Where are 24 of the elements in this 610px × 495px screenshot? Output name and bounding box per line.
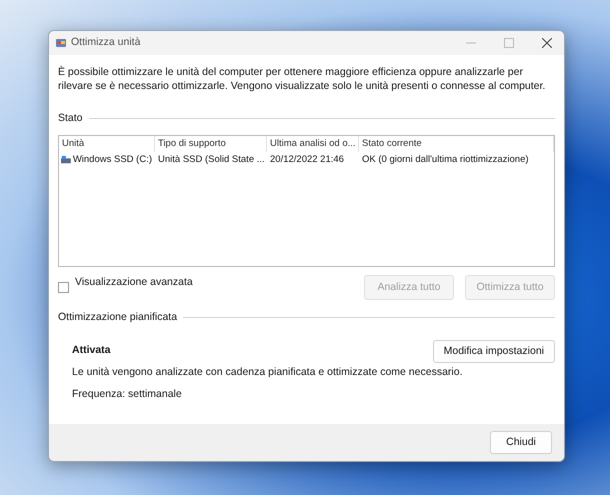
table-cell-text: OK (0 giorni dall'ultima riottimizzazione) [361, 153, 530, 167]
description-text: È possibile ottimizzare le unità del computer per ottenere maggiore efficienza oppure analizzarle per rilevare se è necessario ottimizzarle. Vengono visualizzate solo le unità presenti o connesse al computer. [58, 65, 546, 93]
column-header[interactable]: Tipo di supporto [155, 136, 267, 152]
drive-row[interactable]: Windows SSD (C:) Unità SSD (Solid State ... 20/12/2022 21:46 OK (0 giorni dall'ultima riottimizzazione) [59, 152, 554, 168]
close-dialog-button[interactable]: Chiudi [490, 431, 552, 454]
column-header[interactable]: Unità [59, 136, 155, 152]
column-header[interactable]: Stato corrente [359, 136, 554, 152]
table-cell: Windows SSD (C:) [59, 152, 155, 168]
drive-icon [61, 155, 71, 166]
schedule-description: Le unità vengono analizzate con cadenza pianificata e ottimizzate come necessario. [72, 364, 464, 380]
column-header[interactable]: Ultima analisi od o... [267, 136, 359, 152]
section-label: Ottimizzazione pianificata [58, 310, 178, 325]
maximize-icon [504, 38, 514, 48]
section-label: Stato [58, 111, 83, 126]
settings-button[interactable]: Modifica impostazioni [432, 340, 555, 362]
window-title: Ottimizza unità [71, 35, 142, 50]
frequency-text: Frequenza: settimanale [72, 387, 183, 402]
checkbox[interactable] [58, 282, 69, 293]
table-cell-text: 20/12/2022 21:46 [269, 153, 345, 167]
table-cell-text: Unità SSD (Solid State ... [157, 153, 266, 167]
defrag-app-icon [55, 37, 67, 49]
close-icon [542, 38, 552, 48]
checkbox-label: Visualizzazione avanzata [75, 275, 194, 290]
status-text: Attivata [72, 343, 111, 358]
